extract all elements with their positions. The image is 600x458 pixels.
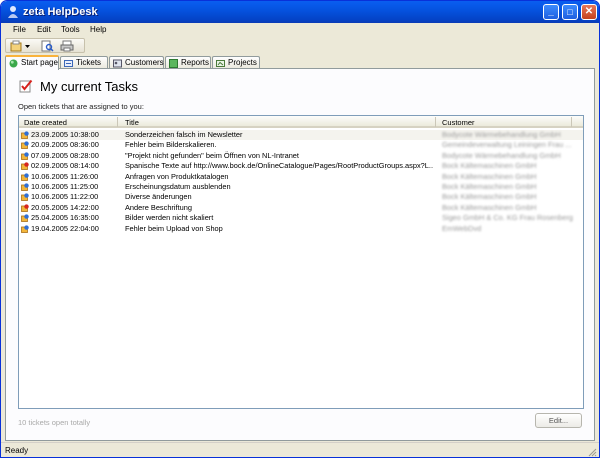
table-row[interactable]: 20.05.2005 14:22:00 Andere Beschriftung Bo…: [19, 203, 583, 213]
cell-customer: Bock Kältemaschinen GmbH: [442, 171, 537, 181]
cell-date: 23.09.2005 10:38:00: [31, 130, 99, 139]
ticket-icon: [21, 183, 29, 191]
toolbar: [5, 38, 85, 53]
tab-label: Projects: [228, 58, 257, 67]
table-row[interactable]: 10.06.2005 11:22:00 Diverse änderungen Boc…: [19, 192, 583, 202]
close-button[interactable]: ✕: [581, 4, 597, 20]
resize-grip-icon[interactable]: [587, 447, 597, 457]
cell-customer: Sigeo GmbH & Co. KG Frau Rosenberg: [442, 213, 574, 223]
cell-customer: Bock Kältemaschinen GmbH: [442, 202, 537, 212]
column-separator[interactable]: [117, 117, 118, 127]
title-bar[interactable]: zeta HelpDesk _ □ ✕: [1, 1, 599, 23]
column-header-title[interactable]: Title: [125, 118, 139, 127]
cell-date: 10.06.2005 11:22:00: [31, 192, 99, 202]
ticket-icon: [21, 172, 29, 181]
task-checklist-icon: [19, 79, 33, 93]
table-row[interactable]: 02.09.2005 08:14:00 Spanische Texte auf h…: [19, 161, 583, 171]
menu-bar: File Edit Tools Help: [5, 23, 599, 37]
cell-date: 02.09.2005 08:14:00: [31, 161, 99, 171]
search-icon[interactable]: [40, 40, 54, 52]
cell-date: 20.09.2005 08:36:00: [31, 140, 99, 150]
ticket-icon: [21, 141, 29, 150]
dropdown-arrow-icon[interactable]: [24, 40, 31, 52]
new-ticket-icon[interactable]: [10, 40, 24, 52]
edit-button[interactable]: Edit...: [535, 413, 582, 428]
cell-customer: Bock Kältemaschinen GmbH: [442, 192, 537, 202]
cell-title: Sonderzeichen falsch im Newsletter: [125, 130, 243, 139]
app-window: zeta HelpDesk _ □ ✕ File Edit Tools Help: [0, 0, 600, 458]
cell-date: 10.06.2005 11:25:00: [31, 182, 99, 191]
ticket-icon: [21, 214, 29, 223]
cell-customer: EmWebDvd: [442, 223, 482, 233]
cell-title: Diverse änderungen: [125, 192, 192, 202]
status-bar: Ready: [1, 442, 599, 457]
cell-customer: Bock Kältemaschinen GmbH: [442, 182, 537, 191]
menu-edit[interactable]: Edit: [37, 25, 51, 34]
table-row[interactable]: 20.09.2005 08:36:00 Fehler beim Bilderska…: [19, 140, 583, 150]
status-text: Ready: [5, 446, 29, 455]
menu-help[interactable]: Help: [90, 25, 106, 34]
tab-label: Reports: [181, 58, 210, 67]
ticket-icon: [21, 131, 29, 139]
reports-icon: [169, 59, 178, 68]
column-header-date[interactable]: Date created: [24, 118, 67, 127]
ticket-icon: [21, 152, 29, 160]
page-title: My current Tasks: [40, 79, 139, 94]
window-title: zeta HelpDesk: [23, 6, 98, 18]
tab-strip: Start page Tickets Customers Reports Pro…: [5, 55, 599, 70]
tickets-grid: Date created Title Customer 23.09.2005 1…: [18, 115, 584, 409]
minimize-button[interactable]: _: [543, 4, 559, 20]
cell-date: 10.06.2005 11:26:00: [31, 171, 99, 181]
menu-tools[interactable]: Tools: [61, 25, 80, 34]
tab-start-page[interactable]: Start page: [5, 55, 59, 70]
cell-title: Bilder werden nicht skaliert: [125, 213, 214, 223]
cell-customer: Bodycote Wärmebehandlung GmbH: [442, 130, 561, 139]
cell-customer: Bock Kältemaschinen GmbH: [442, 161, 537, 171]
cell-date: 25.04.2005 16:35:00: [31, 213, 99, 223]
cell-title: Erscheinungsdatum ausblenden: [125, 182, 231, 191]
home-icon: [9, 59, 18, 68]
tickets-icon: [64, 60, 73, 67]
ticket-icon: [21, 224, 29, 233]
cell-customer: Gemeindeverwaltung Leiningen Frau ...: [442, 140, 572, 150]
table-row[interactable]: 07.09.2005 08:28:00 "Projekt nicht gefund…: [19, 151, 583, 161]
urgent-ticket-icon: [21, 162, 29, 171]
table-row[interactable]: 10.06.2005 11:26:00 Anfragen von Produktk…: [19, 172, 583, 182]
column-separator[interactable]: [571, 117, 572, 127]
customers-icon: [113, 59, 122, 68]
table-row[interactable]: 23.09.2005 10:38:00 Sonderzeichen falsch …: [19, 130, 583, 141]
start-page-panel: My current Tasks Open tickets that are a…: [5, 68, 595, 441]
print-icon[interactable]: [60, 40, 74, 52]
column-header-customer[interactable]: Customer: [442, 118, 475, 127]
cell-title: Fehler beim Upload von Shop: [125, 223, 223, 233]
cell-date: 07.09.2005 08:28:00: [31, 150, 99, 160]
projects-icon: [216, 60, 225, 67]
column-separator[interactable]: [435, 117, 436, 127]
tab-label: Customers: [125, 58, 164, 67]
table-row[interactable]: 25.04.2005 16:35:00 Bilder werden nicht s…: [19, 213, 583, 223]
table-row[interactable]: 19.04.2005 22:04:00 Fehler beim Upload vo…: [19, 224, 583, 234]
table-row[interactable]: 10.06.2005 11:25:00 Erscheinungsdatum aus…: [19, 182, 583, 192]
cell-title: "Projekt nicht gefunden" beim Öffnen von…: [125, 150, 299, 160]
cell-date: 19.04.2005 22:04:00: [31, 223, 99, 233]
urgent-ticket-icon: [21, 204, 29, 212]
maximize-button[interactable]: □: [562, 4, 578, 20]
menu-file[interactable]: File: [13, 25, 26, 34]
cell-title: Andere Beschriftung: [125, 202, 192, 212]
cell-title: Fehler beim Bilderskalieren.: [125, 140, 217, 150]
cell-title: Spanische Texte auf http://www.bock.de/O…: [125, 161, 433, 171]
open-tickets-count: 10 tickets open totally: [18, 418, 91, 427]
cell-title: Anfragen von Produktkatalogen: [125, 171, 229, 181]
tab-label: Tickets: [76, 58, 102, 67]
app-icon: [8, 6, 18, 18]
grid-header: Date created Title Customer: [19, 116, 583, 128]
cell-date: 20.05.2005 14:22:00: [31, 202, 99, 212]
cell-customer: Bodycote Wärmebehandlung GmbH: [442, 150, 561, 160]
tickets-caption: Open tickets that are assigned to you:: [18, 102, 144, 111]
tab-label: Start page: [21, 58, 58, 67]
ticket-icon: [21, 193, 29, 202]
